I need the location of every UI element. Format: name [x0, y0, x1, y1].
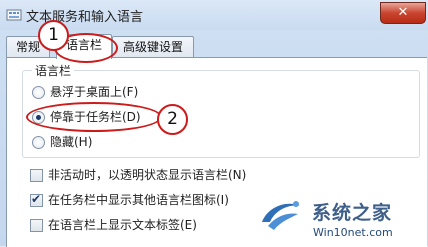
radio-hidden[interactable]: [32, 136, 45, 149]
checkmark-icon: ✔: [31, 192, 42, 206]
watermark-title: 系统之家: [312, 202, 393, 224]
group-title: 语言栏: [32, 62, 75, 79]
annotation-step-2: 2: [157, 104, 188, 135]
tab-general-label: 常规: [15, 40, 40, 54]
close-icon: ✕: [397, 5, 409, 20]
annotation-step-1: 1: [38, 20, 69, 51]
checkbox-extra-icons-label[interactable]: 在任务栏中显示其他语言栏图标(I): [48, 191, 229, 208]
checkbox-transparent-label[interactable]: 非活动时，以透明状态显示语言栏(N): [48, 166, 246, 183]
dialog-window: 文本服务和输入语言 ✕ 常规 语言栏 高级键设置 语言栏 悬浮于桌面上(F) 停…: [0, 0, 428, 247]
tab-advanced-label: 高级键设置: [122, 40, 183, 54]
radio-float-label[interactable]: 悬浮于桌面上(F): [50, 83, 138, 100]
watermark-url: Win10net.com: [313, 226, 393, 239]
app-icon: [6, 9, 22, 21]
annotation-step-1-number: 1: [48, 25, 59, 45]
checkbox-show-extra-icons[interactable]: ✔: [30, 192, 43, 207]
radio-hidden-label[interactable]: 隐藏(H): [50, 133, 92, 150]
radio-float-on-desktop[interactable]: [32, 86, 45, 99]
checkbox-text-labels-label[interactable]: 在语言栏上显示文本标签(E): [48, 216, 197, 233]
checkbox-text-labels[interactable]: [30, 219, 43, 232]
tab-advanced-key-settings[interactable]: 高级键设置: [112, 36, 194, 57]
annotation-step-2-number: 2: [167, 109, 178, 129]
annotation-ellipse-dock: [26, 102, 162, 132]
checkbox-transparent-inactive[interactable]: [30, 169, 43, 182]
close-button[interactable]: ✕: [380, 2, 426, 24]
watermark-logo-icon: [262, 201, 300, 230]
